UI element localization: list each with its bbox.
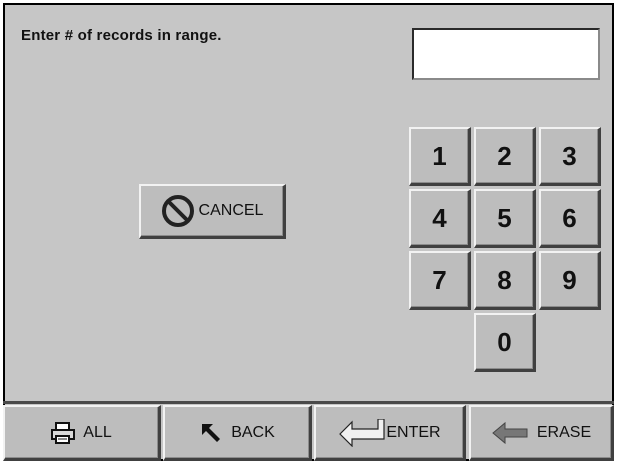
back-label[interactable]: BACK bbox=[231, 424, 275, 442]
keypad-key-7[interactable]: 7 bbox=[409, 251, 471, 310]
keypad-key-4[interactable]: 4 bbox=[409, 189, 471, 248]
cancel-label: CANCEL bbox=[198, 202, 264, 219]
records-count-input[interactable] bbox=[412, 28, 600, 80]
erase-button[interactable]: ERASE bbox=[469, 405, 614, 461]
all-button[interactable]: ALL bbox=[3, 405, 161, 461]
enter-label: ENTER bbox=[386, 423, 441, 441]
keypad-key-0[interactable]: 0 bbox=[474, 313, 536, 372]
cancel-button[interactable]: CANCEL bbox=[139, 184, 286, 239]
printer-icon bbox=[51, 421, 76, 444]
back-button[interactable]: BACK bbox=[163, 405, 312, 461]
erase-arrow-icon bbox=[491, 421, 529, 445]
keypad-key-5[interactable]: 5 bbox=[474, 189, 536, 248]
keypad-key-6[interactable]: 6 bbox=[539, 189, 601, 248]
back-arrow-icon bbox=[199, 421, 223, 445]
keypad-key-3[interactable]: 3 bbox=[539, 127, 601, 186]
keypad-key-8[interactable]: 8 bbox=[474, 251, 536, 310]
enter-arrow-icon bbox=[338, 418, 386, 447]
bottom-bar: ALL BACK ENTER ERASE bbox=[3, 405, 614, 461]
erase-label: ERASE bbox=[536, 423, 592, 441]
prompt-text: Enter # of records in range. bbox=[21, 27, 222, 44]
bottom-bar-divider bbox=[3, 401, 614, 404]
no-entry-icon bbox=[161, 194, 195, 228]
enter-button[interactable]: ENTER bbox=[314, 405, 466, 461]
keypad-key-9[interactable]: 9 bbox=[539, 251, 601, 310]
keypad-key-2[interactable]: 2 bbox=[474, 127, 536, 186]
all-label: ALL bbox=[83, 423, 112, 441]
keypad-key-1[interactable]: 1 bbox=[409, 127, 471, 186]
